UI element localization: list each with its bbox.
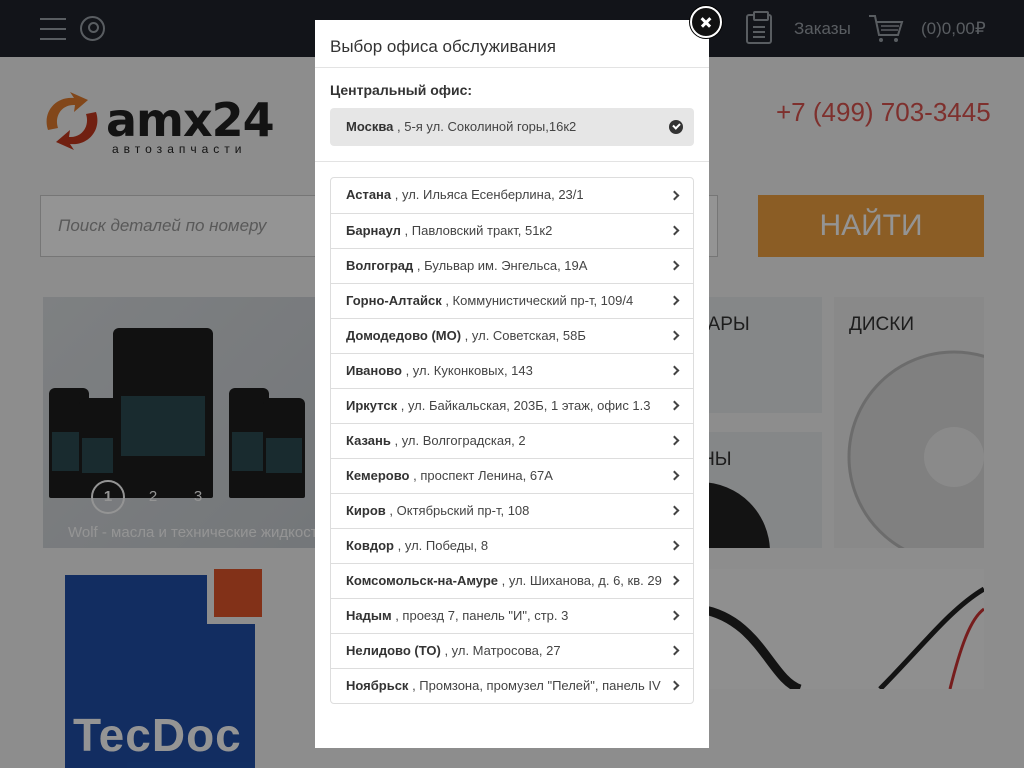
office-list-item[interactable]: Нелидово (ТО) , ул. Матросова, 27 (331, 633, 693, 668)
office-address: , Промзона, промузел "Пелей", панель IV (408, 678, 661, 693)
office-list-item[interactable]: Иваново , ул. Куконковых, 143 (331, 353, 693, 388)
office-address: , 5-я ул. Соколиной горы,16к2 (393, 119, 577, 134)
chevron-right-icon (669, 400, 680, 411)
chevron-right-icon (669, 610, 680, 621)
chevron-right-icon (669, 435, 680, 446)
office-address: , Октябрьский пр-т, 108 (385, 503, 530, 518)
office-address: , ул. Советская, 58Б (461, 328, 586, 343)
office-city: Ноябрьск (346, 678, 409, 693)
office-list-item[interactable]: Горно-Алтайск , Коммунистический пр-т, 1… (331, 283, 693, 318)
office-address: , Коммунистический пр-т, 109/4 (441, 293, 634, 308)
office-city: Ковдор (346, 538, 395, 553)
office-address: , ул. Ильяса Есенберлина, 23/1 (391, 187, 584, 202)
chevron-right-icon (669, 330, 680, 341)
chevron-right-icon (669, 645, 680, 656)
office-address: , ул. Волгоградская, 2 (390, 433, 526, 448)
office-city: Иркутск (346, 398, 398, 413)
office-list-item[interactable]: Ковдор , ул. Победы, 8 (331, 528, 693, 563)
office-address: , ул. Байкальская, 203Б, 1 этаж, офис 1.… (397, 398, 651, 413)
chevron-right-icon (669, 505, 680, 516)
office-list-item[interactable]: Ноябрьск , Промзона, промузел "Пелей", п… (331, 668, 693, 703)
office-city: Нелидово (ТО) (346, 643, 441, 658)
office-address: , Бульвар им. Энгельса, 19А (413, 258, 588, 273)
modal-title: Выбор офиса обслуживания (330, 37, 556, 56)
office-list-item[interactable]: Кемерово , проспект Ленина, 67А (331, 458, 693, 493)
office-list-item[interactable]: Казань , ул. Волгоградская, 2 (331, 423, 693, 458)
check-circle-icon (669, 120, 683, 134)
office-address: , ул. Матросова, 27 (440, 643, 561, 658)
office-list-item[interactable]: Киров , Октябрьский пр-т, 108 (331, 493, 693, 528)
office-list-item[interactable]: Барнаул , Павловский тракт, 51к2 (331, 213, 693, 248)
office-city: Волгоград (346, 258, 414, 273)
office-list-item[interactable]: Надым , проезд 7, панель "И", стр. 3 (331, 598, 693, 633)
office-city: Барнаул (346, 223, 401, 238)
office-list-item[interactable]: Домодедово (МО) , ул. Советская, 58Б (331, 318, 693, 353)
office-list-item[interactable]: Комсомольск-на-Амуре , ул. Шиханова, д. … (331, 563, 693, 598)
chevron-right-icon (669, 365, 680, 376)
office-city: Москва (346, 119, 394, 134)
central-office-option[interactable]: Москва , 5-я ул. Соколиной горы,16к2 (330, 108, 694, 146)
chevron-right-icon (669, 225, 680, 236)
office-address: , ул. Шиханова, д. 6, кв. 29 (498, 573, 662, 588)
office-list-item[interactable]: Иркутск , ул. Байкальская, 203Б, 1 этаж,… (331, 388, 693, 423)
chevron-right-icon (669, 540, 680, 551)
office-address: , ул. Победы, 8 (394, 538, 489, 553)
office-list-item[interactable]: Астана , ул. Ильяса Есенберлина, 23/1 (331, 178, 693, 213)
office-address: , проезд 7, панель "И", стр. 3 (391, 608, 569, 623)
office-address: , Павловский тракт, 51к2 (400, 223, 553, 238)
central-office-label: Центральный офис: (330, 82, 473, 98)
office-city: Надым (346, 608, 392, 623)
close-icon[interactable] (690, 6, 722, 38)
chevron-right-icon (669, 260, 680, 271)
office-list-item[interactable]: Волгоград , Бульвар им. Энгельса, 19А (331, 248, 693, 283)
office-city: Домодедово (МО) (346, 328, 462, 343)
office-city: Киров (346, 503, 386, 518)
chevron-right-icon (669, 190, 680, 200)
office-city: Иваново (346, 363, 402, 378)
office-address: , ул. Куконковых, 143 (401, 363, 533, 378)
chevron-right-icon (669, 680, 680, 691)
chevron-right-icon (669, 470, 680, 481)
office-address: , проспект Ленина, 67А (409, 468, 553, 483)
divider (315, 67, 709, 68)
chevron-right-icon (669, 295, 680, 306)
office-city: Астана (346, 187, 392, 202)
office-city: Кемерово (346, 468, 410, 483)
office-select-modal: Выбор офиса обслуживания Центральный офи… (315, 20, 709, 748)
office-city: Комсомольск-на-Амуре (346, 573, 499, 588)
divider (315, 161, 709, 162)
chevron-right-icon (669, 575, 680, 586)
office-city: Горно-Алтайск (346, 293, 442, 308)
office-city: Казань (346, 433, 391, 448)
office-list: Астана , ул. Ильяса Есенберлина, 23/1 Бар… (330, 177, 694, 704)
